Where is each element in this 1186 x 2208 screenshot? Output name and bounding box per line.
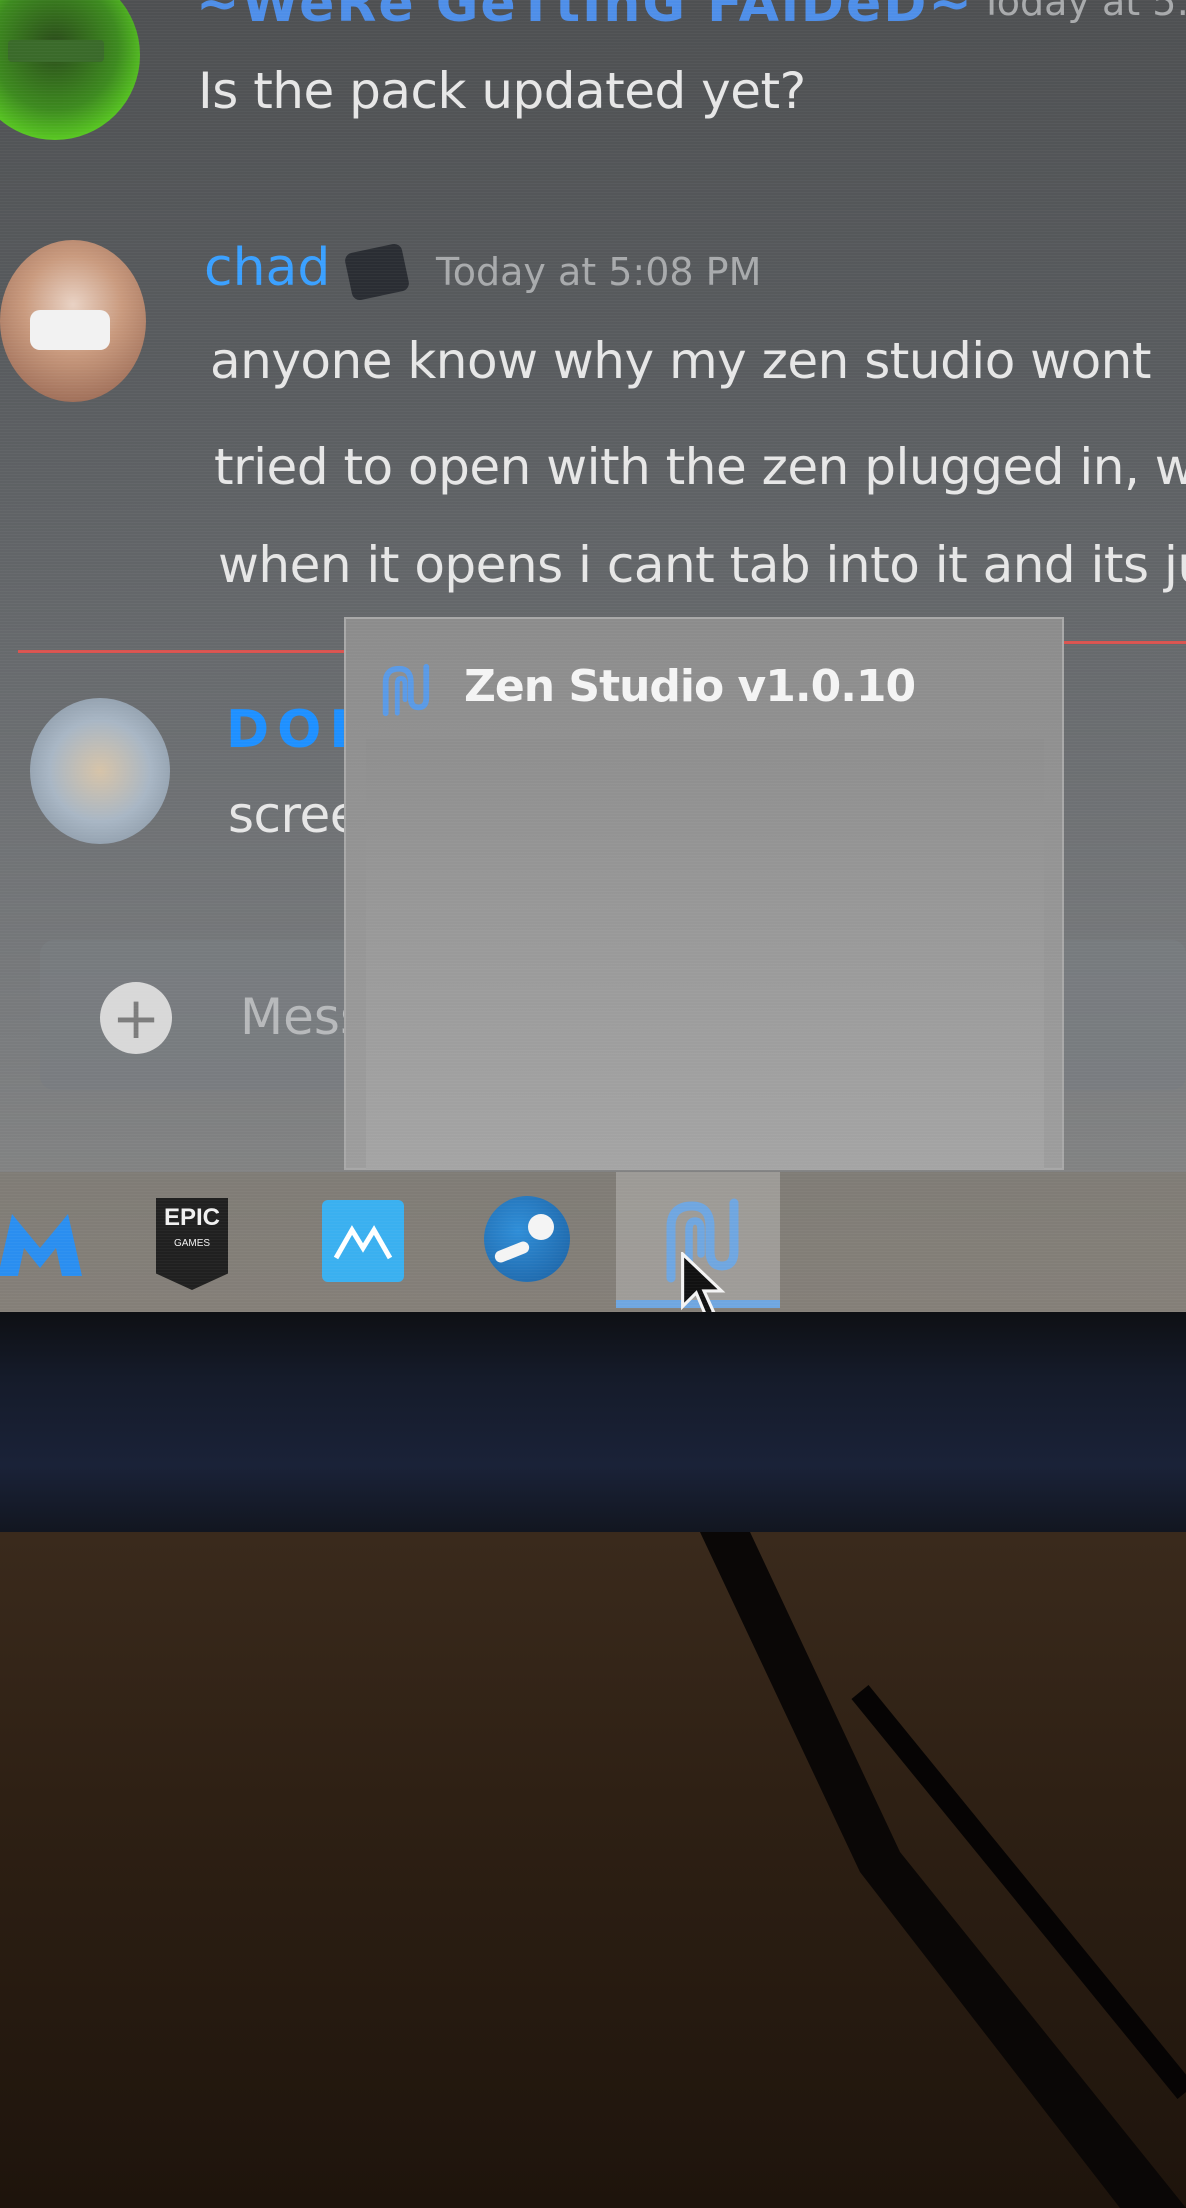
avatar-detail: [30, 310, 110, 350]
username-chad[interactable]: chad: [204, 238, 330, 298]
blue-app-icon: [322, 1200, 404, 1282]
plus-icon: +: [111, 984, 161, 1052]
message-text-doi: scree: [228, 786, 361, 844]
preview-thumbnail[interactable]: [366, 739, 1044, 1169]
steam-icon: [484, 1196, 570, 1282]
timestamp-chad: Today at 5:08 PM: [436, 250, 762, 294]
taskbar-app-blue[interactable]: [302, 1172, 422, 1308]
taskbar-window-preview[interactable]: Zen Studio v1.0.10: [344, 617, 1064, 1170]
epic-label-bottom: GAMES: [173, 1238, 211, 1249]
message-line-1: anyone know why my zen studio wont: [210, 332, 1151, 390]
avatar-top-user[interactable]: [0, 0, 140, 140]
epic-games-icon: EPIC GAMES: [156, 1198, 228, 1290]
taskbar-app-malwarebytes[interactable]: [0, 1172, 90, 1308]
username-doi[interactable]: DOI: [226, 700, 357, 760]
preview-window-title: Zen Studio v1.0.10: [464, 661, 916, 712]
message-line-3: when it opens i cant tab into it and its…: [218, 536, 1186, 594]
taskbar-app-epic-games[interactable]: EPIC GAMES: [136, 1172, 256, 1308]
monitor-bezel: [0, 1312, 1186, 1532]
avatar-badge: [8, 40, 104, 62]
steam-icon-dot: [528, 1214, 554, 1240]
avatar-chad[interactable]: [0, 240, 146, 402]
avatar-doi[interactable]: [30, 698, 170, 844]
user-badge-icon: [343, 242, 411, 302]
new-messages-divider-right: [1060, 641, 1186, 644]
message-line-2: tried to open with the zen plugged in, w: [214, 438, 1186, 496]
blue-app-glyph: [333, 1225, 393, 1260]
monitor-screen: ~WeRe GeTtInG FAiDeD~ Today at 5: Is the…: [0, 0, 1186, 1312]
malwarebytes-icon: [0, 1214, 82, 1276]
taskbar-app-steam[interactable]: [468, 1172, 588, 1308]
message-text-top: Is the pack updated yet?: [198, 62, 806, 120]
steam-icon-arm: [493, 1239, 531, 1265]
timestamp-top: Today at 5:: [980, 0, 1186, 24]
monitor-cable: [700, 1532, 1186, 2208]
epic-label-top: EPIC: [163, 1204, 220, 1231]
new-messages-divider-left: [18, 650, 346, 653]
username-top-user[interactable]: ~WeRe GeTtInG FAiDeD~: [196, 0, 974, 34]
zen-studio-icon: [382, 663, 430, 717]
mouse-cursor-icon: [681, 1252, 726, 1312]
add-attachment-button[interactable]: +: [100, 982, 172, 1054]
